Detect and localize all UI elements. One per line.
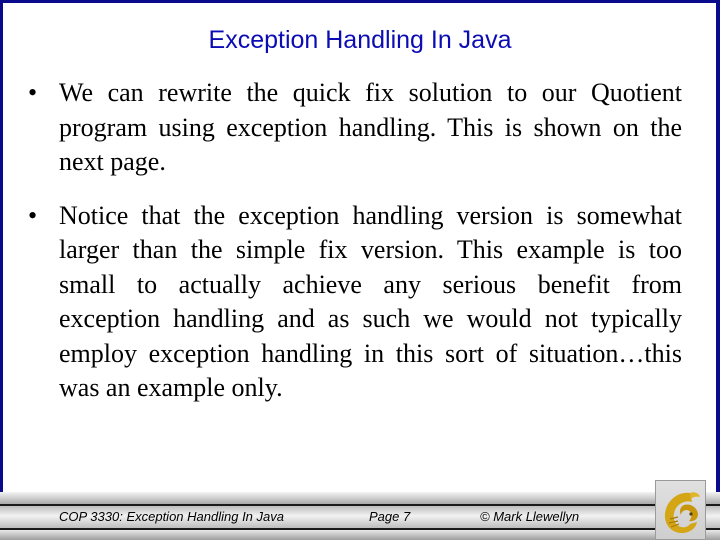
slide-footer: COP 3330: Exception Handling In Java Pag… bbox=[0, 492, 720, 540]
footer-course: COP 3330: Exception Handling In Java bbox=[59, 509, 284, 524]
bullet-marker: • bbox=[28, 78, 38, 107]
bullet-item: • Notice that the exception handling ver… bbox=[28, 199, 682, 406]
bullet-list: • We can rewrite the quick fix solution … bbox=[28, 76, 682, 406]
footer-top-strip bbox=[0, 492, 720, 506]
footer-band: COP 3330: Exception Handling In Java Pag… bbox=[0, 506, 720, 530]
footer-bottom-strip bbox=[0, 530, 720, 540]
pegasus-logo-icon bbox=[664, 492, 700, 533]
slide-title: Exception Handling In Java bbox=[208, 26, 512, 54]
footer-page-number: Page 7 bbox=[369, 509, 411, 524]
bullet-text: Notice that the exception handling versi… bbox=[59, 200, 682, 403]
bullet-item: • We can rewrite the quick fix solution … bbox=[28, 76, 682, 180]
logo-box bbox=[655, 480, 706, 540]
bullet-marker: • bbox=[28, 200, 38, 230]
footer-author: © Mark Llewellyn bbox=[480, 509, 580, 524]
bullet-text: We can rewrite the quick fix solution to… bbox=[59, 78, 682, 176]
